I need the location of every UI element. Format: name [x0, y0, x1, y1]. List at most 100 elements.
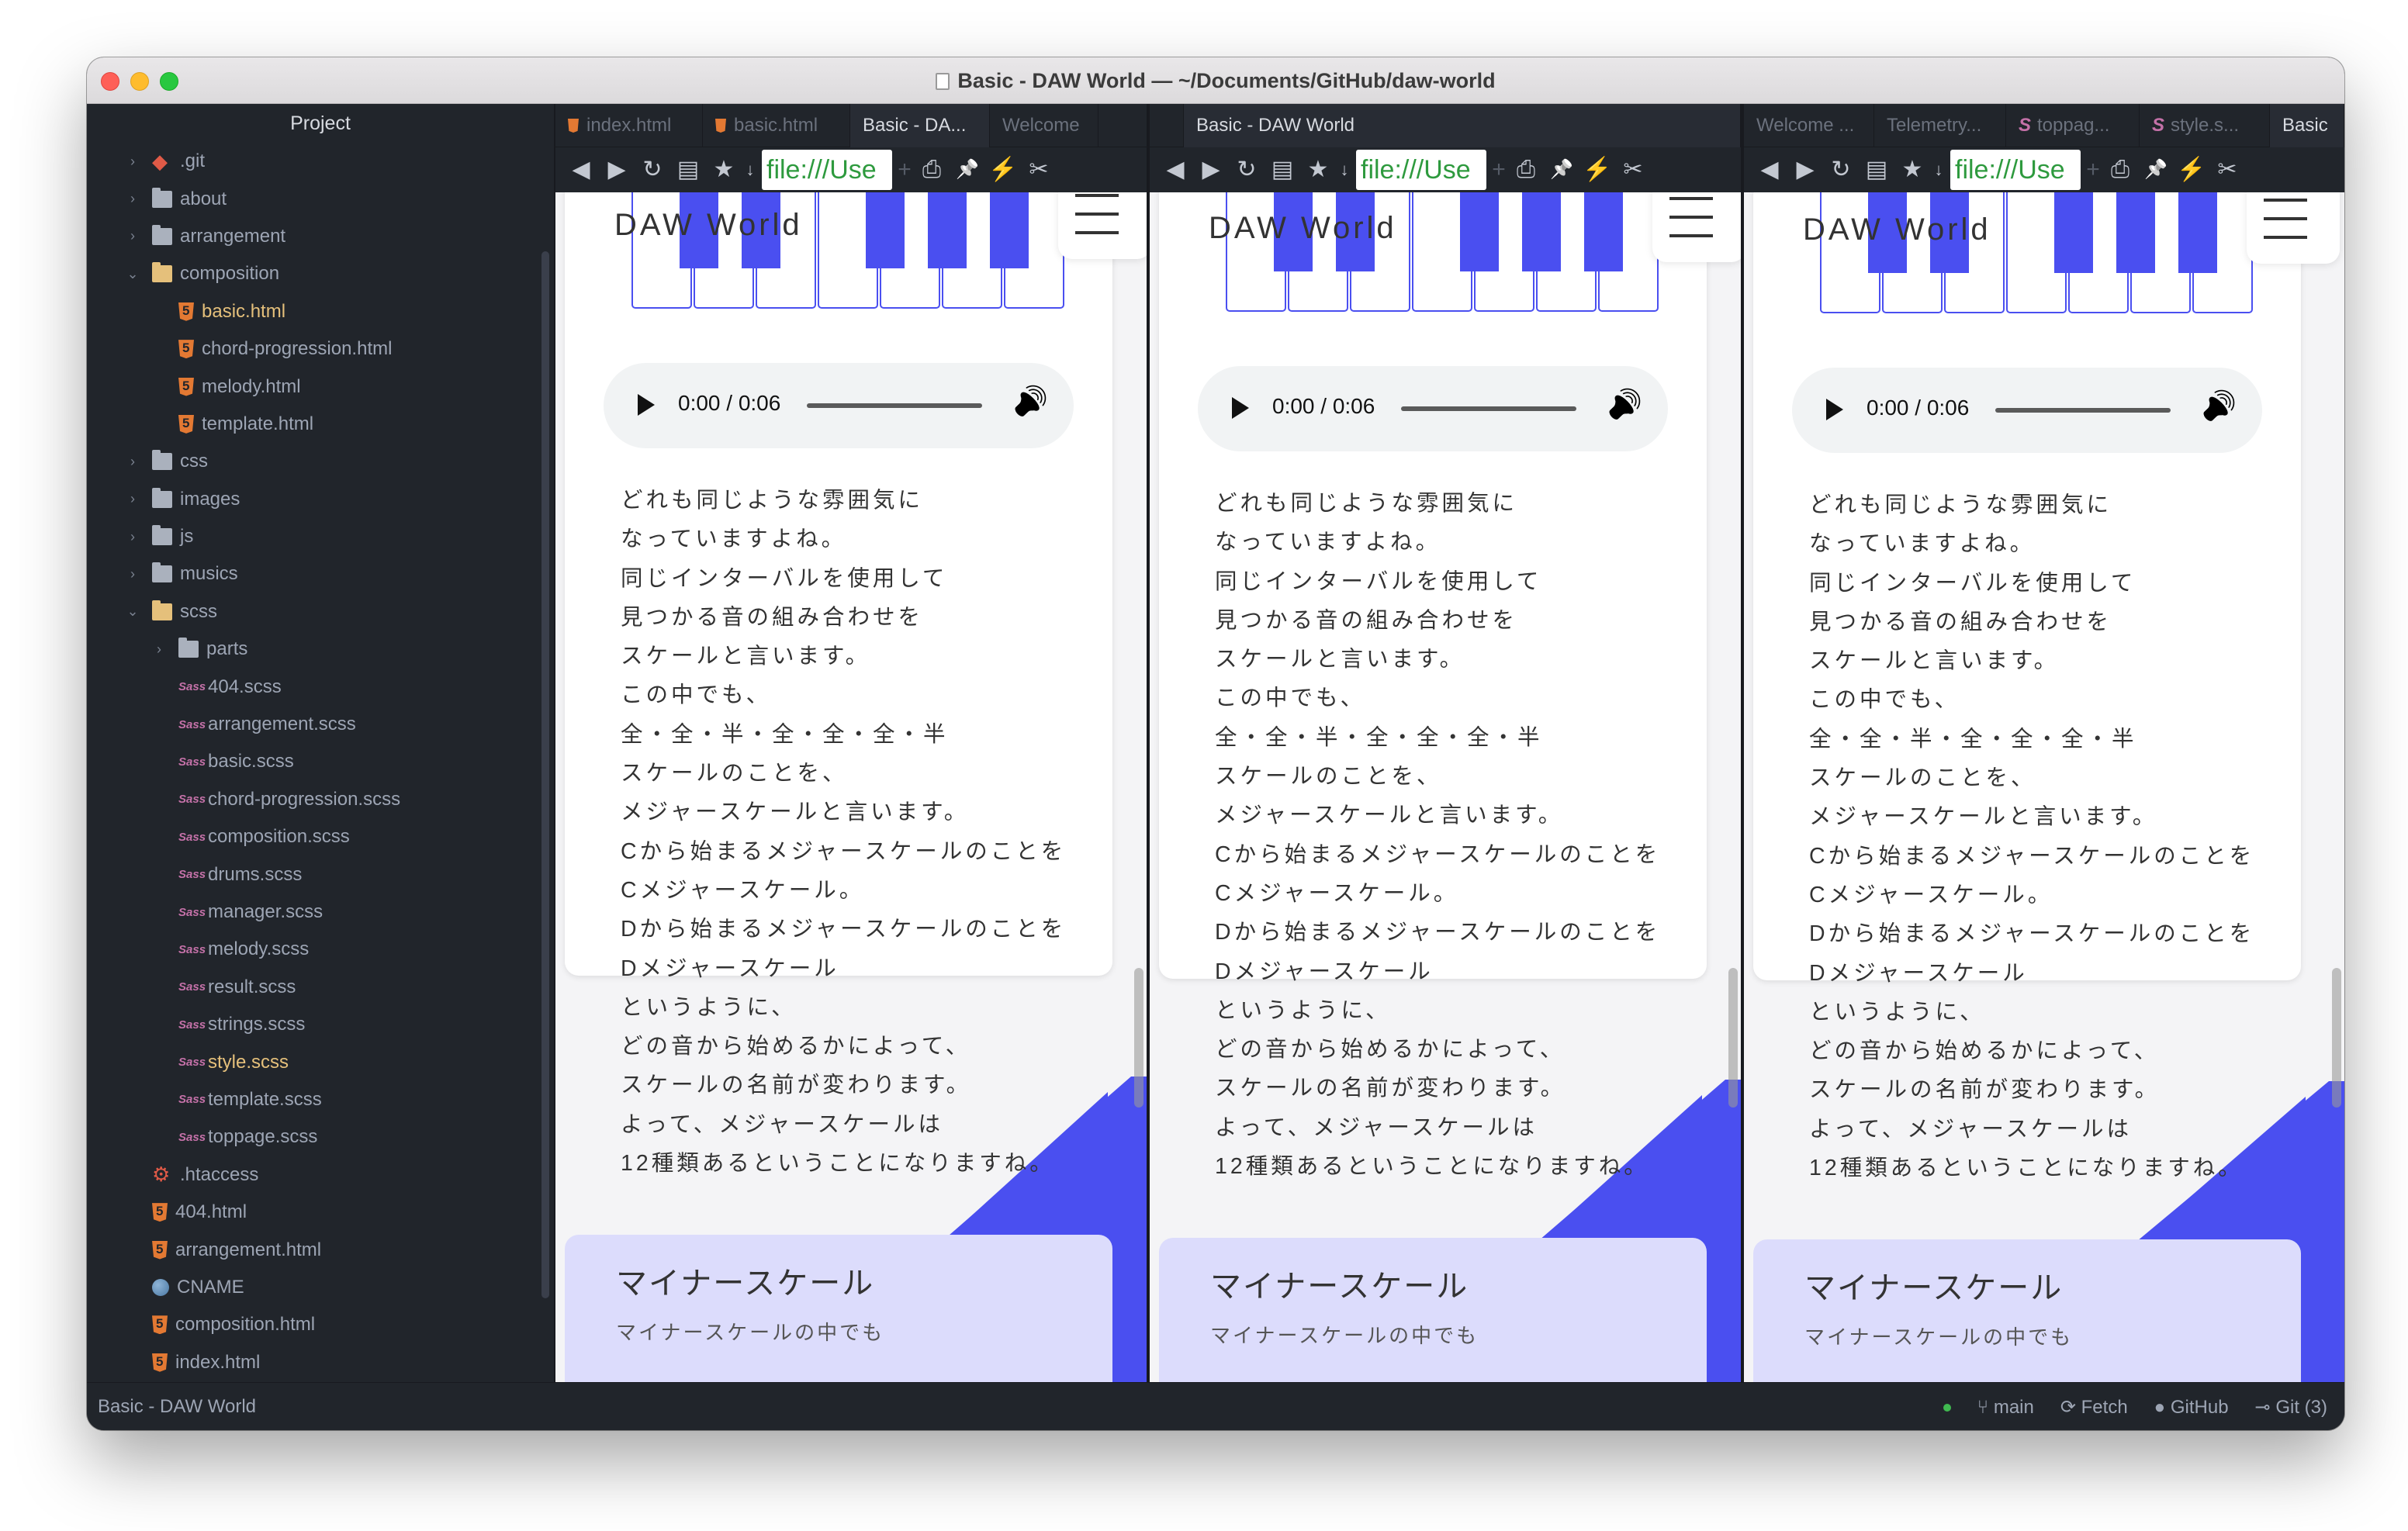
tree-item[interactable]: Sass strings.scss	[87, 1006, 554, 1043]
tree-item[interactable]: melody.html	[87, 368, 554, 405]
hamburger-menu-button[interactable]	[2247, 192, 2340, 264]
tree-item[interactable]: ⚙ .htaccess	[87, 1156, 554, 1194]
github-button[interactable]: ● GitHub	[2154, 1397, 2229, 1419]
chevron-right-icon[interactable]: ›	[124, 566, 141, 582]
forward-icon[interactable]: ▶	[599, 147, 635, 192]
bookmark-down-icon[interactable]: ↓	[742, 147, 759, 192]
fetch-button[interactable]: ⟳ Fetch	[2060, 1396, 2128, 1419]
reload-icon[interactable]: ↻	[1823, 147, 1859, 192]
reader-icon[interactable]: ▤	[1859, 147, 1894, 192]
devtools-icon[interactable]: ✂	[1615, 147, 1651, 192]
tree-item[interactable]: composition.html	[87, 1306, 554, 1343]
play-icon[interactable]	[638, 394, 655, 416]
add-icon[interactable]: +	[895, 157, 914, 183]
reader-icon[interactable]: ▤	[1265, 147, 1300, 192]
editor-tab[interactable]: Basic	[2270, 104, 2344, 147]
tree-item[interactable]: chord-progression.html	[87, 330, 554, 368]
tree-item[interactable]: basic.html	[87, 293, 554, 330]
audio-progress-slider[interactable]	[807, 403, 982, 408]
site-title[interactable]: DAW World	[614, 208, 803, 243]
tree-item[interactable]: Sass drums.scss	[87, 855, 554, 893]
tree-item[interactable]: Sass style.scss	[87, 1043, 554, 1080]
back-icon[interactable]: ◀	[563, 147, 599, 192]
print-icon[interactable]: ⎙	[2102, 147, 2138, 192]
chevron-down-icon[interactable]: ⌄	[124, 603, 141, 620]
add-icon[interactable]: +	[1489, 157, 1508, 183]
chevron-right-icon[interactable]: ›	[124, 191, 141, 207]
pin-icon[interactable]: 📌	[2138, 147, 2174, 192]
tree-item[interactable]: › ◆ .git	[87, 143, 554, 180]
site-title[interactable]: DAW World	[1209, 211, 1397, 246]
sidebar-scrollbar[interactable]	[541, 251, 549, 1298]
tree-item[interactable]: ⌄ composition	[87, 255, 554, 292]
reader-icon[interactable]: ▤	[670, 147, 706, 192]
site-title[interactable]: DAW World	[1803, 213, 1991, 247]
tree-item[interactable]: index.html	[87, 1344, 554, 1381]
editor-tab[interactable]: Basic - DAW World	[1184, 104, 1741, 147]
editor-tab[interactable]: index.html	[555, 104, 703, 147]
chevron-right-icon[interactable]: ›	[124, 491, 141, 507]
tree-item[interactable]: Sass basic.scss	[87, 743, 554, 780]
tree-item[interactable]: CNAME	[87, 1269, 554, 1306]
chevron-right-icon[interactable]: ›	[150, 641, 168, 658]
editor-tab[interactable]: Sstyle.s...	[2140, 104, 2270, 147]
tree-item[interactable]: Sass arrangement.scss	[87, 706, 554, 743]
chevron-right-icon[interactable]: ›	[124, 529, 141, 545]
bookmark-star-icon[interactable]: ★	[706, 147, 742, 192]
chevron-right-icon[interactable]: ›	[124, 154, 141, 170]
bookmark-down-icon[interactable]: ↓	[1336, 147, 1353, 192]
volume-icon[interactable]: 🔊	[1607, 388, 1642, 420]
chevron-down-icon[interactable]: ⌄	[124, 266, 141, 282]
back-icon[interactable]: ◀	[1752, 147, 1787, 192]
tree-item[interactable]: template.html	[87, 406, 554, 443]
tree-item[interactable]: arrangement.html	[87, 1231, 554, 1268]
tree-item[interactable]: Sass composition.scss	[87, 818, 554, 855]
content-scrollbar[interactable]	[1134, 968, 1143, 1108]
tree-item[interactable]: Sass manager.scss	[87, 893, 554, 931]
hamburger-menu-button[interactable]	[1652, 192, 1741, 262]
devtools-icon[interactable]: ✂	[1021, 147, 1057, 192]
chevron-right-icon[interactable]: ›	[124, 454, 141, 470]
print-icon[interactable]: ⎙	[914, 147, 950, 192]
print-icon[interactable]: ⎙	[1508, 147, 1544, 192]
play-icon[interactable]	[1232, 397, 1249, 419]
bookmark-down-icon[interactable]: ↓	[1930, 147, 1947, 192]
tree-item[interactable]: Sass 404.scss	[87, 668, 554, 705]
bookmark-star-icon[interactable]: ★	[1894, 147, 1930, 192]
editor-tab[interactable]	[1150, 104, 1184, 147]
url-input[interactable]: file:///Use	[762, 150, 892, 190]
tree-item[interactable]: ⌄ scss	[87, 593, 554, 631]
tree-item[interactable]: › parts	[87, 631, 554, 668]
editor-tab[interactable]: Telemetry...	[1874, 104, 2006, 147]
url-input[interactable]: file:///Use	[1950, 150, 2081, 190]
volume-icon[interactable]: 🔊	[2202, 389, 2237, 422]
pin-icon[interactable]: 📌	[1544, 147, 1579, 192]
tree-item[interactable]: 404.html	[87, 1194, 554, 1231]
git-button[interactable]: ⊸ Git (3)	[2255, 1396, 2327, 1419]
tree-item[interactable]: › js	[87, 518, 554, 555]
tree-item[interactable]: Sass melody.scss	[87, 931, 554, 968]
tree-item[interactable]: Sass result.scss	[87, 969, 554, 1006]
reload-icon[interactable]: ↻	[635, 147, 670, 192]
tree-item[interactable]: › images	[87, 481, 554, 518]
lightning-icon[interactable]: ⚡	[985, 147, 1021, 192]
add-icon[interactable]: +	[2084, 157, 2102, 183]
editor-tab[interactable]: Basic - DA...	[850, 104, 990, 147]
forward-icon[interactable]: ▶	[1787, 147, 1823, 192]
hamburger-menu-button[interactable]	[1058, 192, 1147, 259]
tree-item[interactable]: › musics	[87, 555, 554, 593]
play-icon[interactable]	[1826, 399, 1843, 420]
tree-item[interactable]: › about	[87, 180, 554, 217]
lightning-icon[interactable]: ⚡	[1579, 147, 1615, 192]
editor-tab[interactable]: Stoppag...	[2006, 104, 2140, 147]
audio-progress-slider[interactable]	[1401, 406, 1576, 411]
tree-item[interactable]: Sass chord-progression.scss	[87, 781, 554, 818]
editor-tab[interactable]: basic.html	[703, 104, 850, 147]
back-icon[interactable]: ◀	[1157, 147, 1193, 192]
bookmark-star-icon[interactable]: ★	[1300, 147, 1336, 192]
reload-icon[interactable]: ↻	[1229, 147, 1265, 192]
branch-button[interactable]: ⑂ main	[1977, 1397, 2034, 1419]
chevron-right-icon[interactable]: ›	[124, 228, 141, 244]
tree-item[interactable]: › css	[87, 443, 554, 480]
forward-icon[interactable]: ▶	[1193, 147, 1229, 192]
